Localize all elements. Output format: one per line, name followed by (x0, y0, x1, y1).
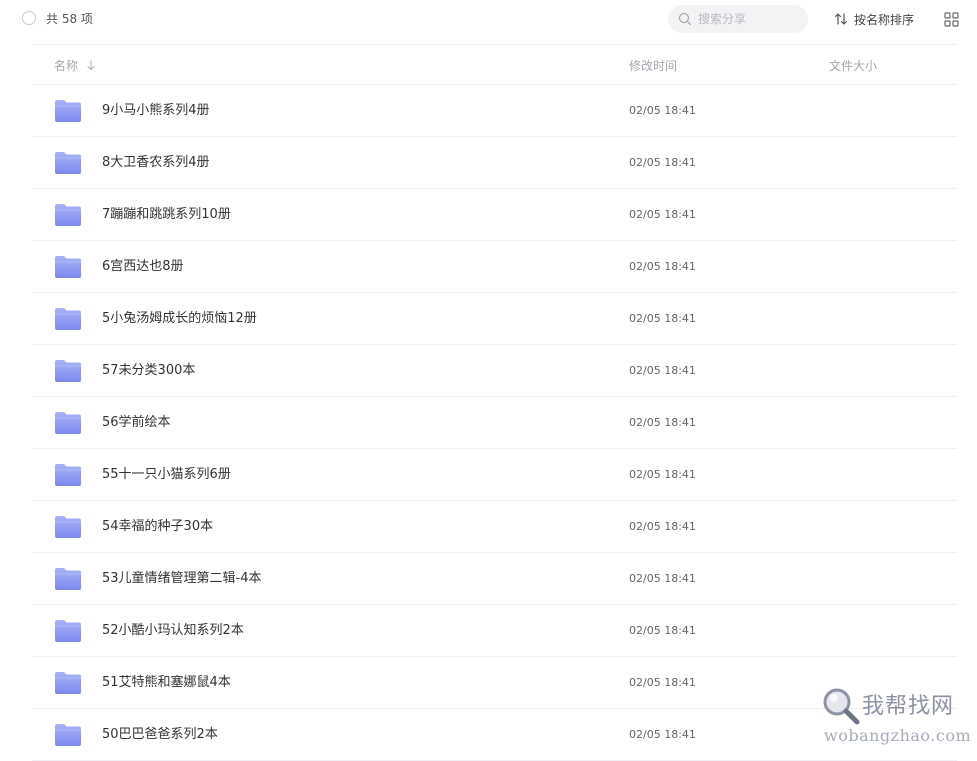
folder-icon (55, 724, 81, 746)
file-modified-time: 02/05 18:41 (629, 728, 696, 741)
folder-icon (55, 100, 81, 122)
toolbar: 共 58 项 按名称排序 (0, 0, 977, 44)
file-name: 50巴巴爸爸系列2本 (102, 727, 218, 742)
file-name: 53儿童情绪管理第二辑-4本 (102, 571, 262, 586)
list-header: 名称 修改时间 文件大小 (32, 45, 957, 85)
search-icon (678, 12, 692, 26)
column-header-name[interactable]: 名称 (54, 57, 96, 74)
file-name: 55十一只小猫系列6册 (102, 467, 231, 482)
folder-icon (55, 516, 81, 538)
file-name: 56学前绘本 (102, 415, 171, 430)
grid-view-icon[interactable] (944, 12, 959, 27)
file-row[interactable]: 54幸福的种子30本 02/05 18:41 (32, 501, 957, 553)
file-row[interactable]: 50巴巴爸爸系列2本 02/05 18:41 (32, 709, 957, 761)
file-modified-time: 02/05 18:41 (629, 468, 696, 481)
search-input[interactable] (698, 9, 798, 29)
file-row[interactable]: 52小酷小玛认知系列2本 02/05 18:41 (32, 605, 957, 657)
file-name: 52小酷小玛认知系列2本 (102, 623, 244, 638)
sort-arrows-icon (834, 13, 848, 25)
file-row[interactable]: 8大卫香农系列4册 02/05 18:41 (32, 137, 957, 189)
folder-icon (55, 308, 81, 330)
folder-icon (55, 360, 81, 382)
file-modified-time: 02/05 18:41 (629, 416, 696, 429)
watermark-title: 我帮找网 (862, 694, 955, 719)
folder-icon (55, 672, 81, 694)
folder-icon (55, 620, 81, 642)
file-modified-time: 02/05 18:41 (629, 156, 696, 169)
search-box[interactable] (668, 5, 808, 33)
file-name: 8大卫香农系列4册 (102, 155, 210, 170)
file-name: 7蹦蹦和跳跳系列10册 (102, 207, 231, 222)
file-row[interactable]: 9小马小熊系列4册 02/05 18:41 (32, 85, 957, 137)
folder-icon (55, 204, 81, 226)
file-modified-time: 02/05 18:41 (629, 208, 696, 221)
sort-down-arrow-icon (87, 60, 95, 71)
column-name-label: 名称 (54, 59, 79, 73)
file-row[interactable]: 51艾特熊和塞娜鼠4本 02/05 18:41 (32, 657, 957, 709)
column-header-size[interactable]: 文件大小 (829, 57, 877, 74)
folder-icon (55, 412, 81, 434)
file-modified-time: 02/05 18:41 (629, 572, 696, 585)
watermark-domain: wobangzhao.com (824, 726, 972, 745)
file-row[interactable]: 53儿童情绪管理第二辑-4本 02/05 18:41 (32, 553, 957, 605)
folder-icon (55, 464, 81, 486)
file-row[interactable]: 7蹦蹦和跳跳系列10册 02/05 18:41 (32, 189, 957, 241)
file-modified-time: 02/05 18:41 (629, 364, 696, 377)
file-row[interactable]: 5小兔汤姆成长的烦恼12册 02/05 18:41 (32, 293, 957, 345)
file-name: 57未分类300本 (102, 363, 196, 378)
file-name: 5小兔汤姆成长的烦恼12册 (102, 311, 257, 326)
file-modified-time: 02/05 18:41 (629, 104, 696, 117)
file-modified-time: 02/05 18:41 (629, 260, 696, 273)
sort-by-name-button[interactable]: 按名称排序 (834, 11, 914, 27)
file-name: 9小马小熊系列4册 (102, 103, 210, 118)
file-row[interactable]: 57未分类300本 02/05 18:41 (32, 345, 957, 397)
folder-icon (55, 152, 81, 174)
file-row[interactable]: 56学前绘本 02/05 18:41 (32, 397, 957, 449)
file-name: 51艾特熊和塞娜鼠4本 (102, 675, 231, 690)
item-count: 共 58 项 (46, 12, 93, 26)
file-name: 54幸福的种子30本 (102, 519, 214, 534)
sort-label: 按名称排序 (854, 12, 915, 27)
folder-icon (55, 568, 81, 590)
folder-icon (55, 256, 81, 278)
watermark: 我帮找网 wobangzhao.com (820, 686, 972, 748)
file-modified-time: 02/05 18:41 (629, 520, 696, 533)
file-modified-time: 02/05 18:41 (629, 312, 696, 325)
select-all-checkbox[interactable] (22, 11, 36, 25)
file-modified-time: 02/05 18:41 (629, 676, 696, 689)
file-list: 9小马小熊系列4册 02/05 18:41 8大卫香农系列4册 02/05 18:41… (32, 85, 957, 761)
magnifier-logo-icon (823, 688, 860, 725)
file-row[interactable]: 55十一只小猫系列6册 02/05 18:41 (32, 449, 957, 501)
file-name: 6宫西达也8册 (102, 259, 184, 274)
column-header-modified[interactable]: 修改时间 (629, 57, 677, 74)
file-modified-time: 02/05 18:41 (629, 624, 696, 637)
file-row[interactable]: 6宫西达也8册 02/05 18:41 (32, 241, 957, 293)
